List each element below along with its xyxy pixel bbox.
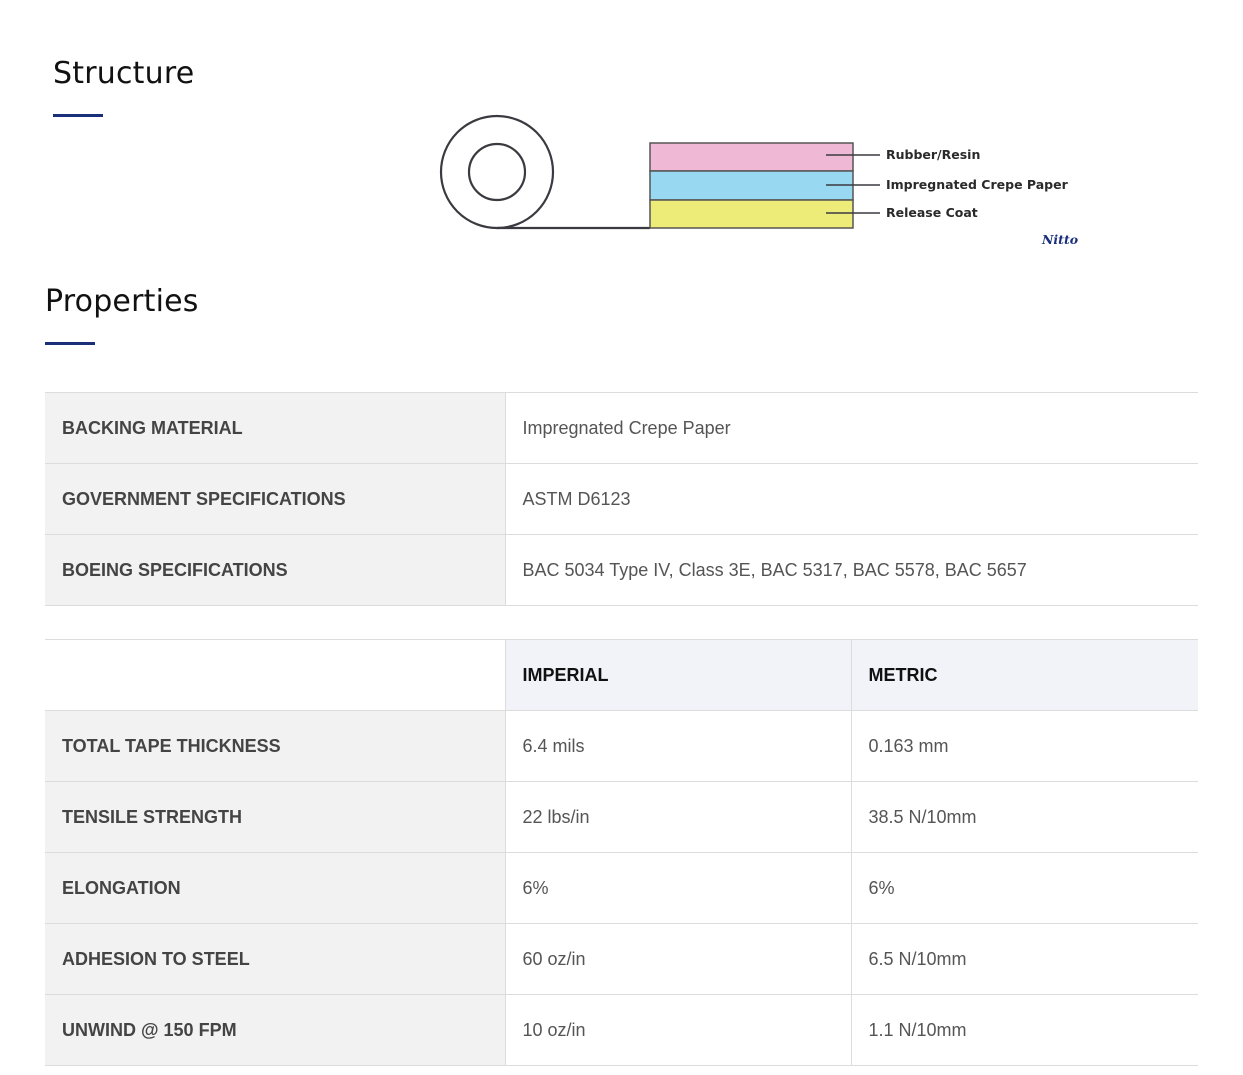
tape-roll-icon: [439, 114, 650, 230]
table-row: BOEING SPECIFICATIONS BAC 5034 Type IV, …: [45, 534, 1198, 606]
properties-heading: Properties: [45, 284, 199, 319]
row-label: ADHESION TO STEEL: [45, 923, 506, 995]
table-row: TENSILE STRENGTH 22 lbs/in 38.5 N/10mm: [45, 781, 1198, 853]
table-row: UNWIND @ 150 FPM 10 oz/in 1.1 N/10mm: [45, 994, 1198, 1066]
table-row: ELONGATION 6% 6%: [45, 852, 1198, 924]
tape-layers: [649, 142, 854, 229]
row-value: BAC 5034 Type IV, Class 3E, BAC 5317, BA…: [505, 534, 1198, 606]
imperial-value: 6.4 mils: [505, 710, 852, 782]
layer-impregnated-crepe-paper: [649, 170, 854, 201]
imperial-value: 6%: [505, 852, 852, 924]
structure-heading: Structure: [53, 56, 195, 91]
table-row: BACKING MATERIAL Impregnated Crepe Paper: [45, 392, 1198, 464]
imperial-value: 60 oz/in: [505, 923, 852, 995]
layer-release-coat: [649, 199, 854, 229]
structure-heading-underline: [53, 114, 103, 117]
layer-rubber-resin: [649, 142, 854, 172]
row-label: TENSILE STRENGTH: [45, 781, 506, 853]
header-metric: METRIC: [851, 639, 1198, 711]
header-imperial: IMPERIAL: [505, 639, 852, 711]
table-header-row: IMPERIAL METRIC: [45, 639, 1198, 711]
metric-value: 0.163 mm: [851, 710, 1198, 782]
metric-value: 6.5 N/10mm: [851, 923, 1198, 995]
table-row: TOTAL TAPE THICKNESS 6.4 mils 0.163 mm: [45, 710, 1198, 782]
row-label: GOVERNMENT SPECIFICATIONS: [45, 463, 506, 535]
header-blank-cell: [45, 639, 506, 711]
metric-value: 1.1 N/10mm: [851, 994, 1198, 1066]
imperial-value: 22 lbs/in: [505, 781, 852, 853]
layer-label-impregnated-crepe-paper: Impregnated Crepe Paper: [886, 177, 1069, 192]
imperial-value: 10 oz/in: [505, 994, 852, 1066]
properties-heading-underline: [45, 342, 95, 345]
performance-properties-table: IMPERIAL METRIC TOTAL TAPE THICKNESS 6.4…: [45, 639, 1198, 1066]
row-label: ELONGATION: [45, 852, 506, 924]
metric-value: 38.5 N/10mm: [851, 781, 1198, 853]
row-value: ASTM D6123: [505, 463, 1198, 535]
row-label: BOEING SPECIFICATIONS: [45, 534, 506, 606]
specifications-table: BACKING MATERIAL Impregnated Crepe Paper…: [45, 392, 1198, 606]
layer-label-release-coat: Release Coat: [886, 205, 978, 220]
table-row: GOVERNMENT SPECIFICATIONS ASTM D6123: [45, 463, 1198, 535]
table-row: ADHESION TO STEEL 60 oz/in 6.5 N/10mm: [45, 923, 1198, 995]
nitto-logo: Nitto: [1041, 232, 1078, 247]
tape-structure-diagram: Rubber/Resin Impregnated Crepe Paper Rel…: [439, 114, 1078, 247]
row-label: UNWIND @ 150 FPM: [45, 994, 506, 1066]
layer-label-rubber-resin: Rubber/Resin: [886, 147, 980, 162]
row-value: Impregnated Crepe Paper: [505, 392, 1198, 464]
row-label: BACKING MATERIAL: [45, 392, 506, 464]
metric-value: 6%: [851, 852, 1198, 924]
row-label: TOTAL TAPE THICKNESS: [45, 710, 506, 782]
